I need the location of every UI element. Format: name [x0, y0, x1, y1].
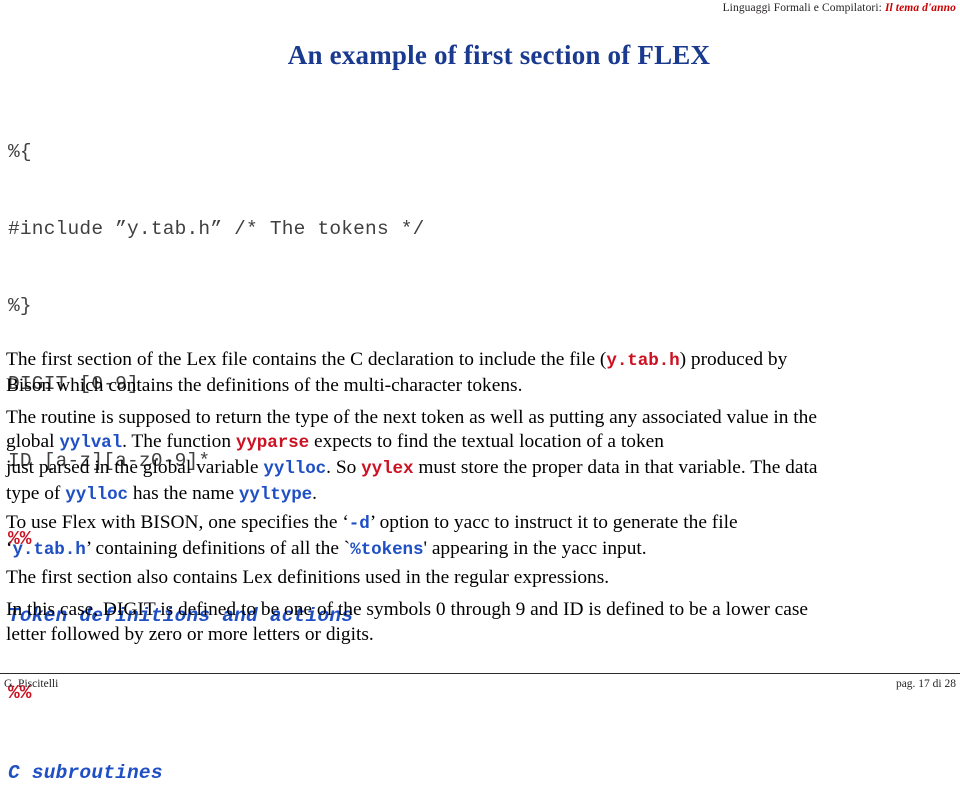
text-run: expects to find the textual location of …	[309, 431, 664, 453]
slide-footer: G. Piscitelli pag. 17 di 28	[0, 678, 960, 698]
page-title: An example of first section of FLEX	[287, 40, 711, 70]
text-run: ’ containing definitions of all the `	[85, 538, 351, 560]
text-run: . So	[326, 457, 362, 479]
footer-divider	[0, 673, 960, 674]
inline-code-d-option: -d	[348, 514, 370, 535]
code-line: %}	[8, 295, 32, 318]
text-run: has the name	[127, 482, 239, 504]
text-run: . The function	[122, 431, 236, 453]
text-run: .	[312, 482, 317, 504]
text-run: must store the proper data in that varia…	[413, 457, 818, 479]
footer-author: G. Piscitelli	[4, 678, 59, 690]
inline-code-ytabh: y.tab.h	[12, 540, 86, 561]
inline-code-tokens: %tokens	[350, 540, 424, 561]
header-course-label: Linguaggi Formali e Compilatori:	[722, 2, 885, 14]
inline-code-ytabh: y.tab.h	[606, 351, 680, 371]
code-line: %{	[8, 140, 32, 163]
slide-header: Linguaggi Formali e Compilatori: Il tema…	[723, 2, 956, 14]
text-run: ' appearing in the yacc input.	[423, 538, 647, 560]
text-run: The first section of the Lex file contai…	[6, 349, 607, 370]
paragraph-routine: The routine is supposed to return the ty…	[6, 406, 956, 508]
inline-code-yyltype: yyltype	[238, 484, 313, 505]
text-run: letter followed by zero or more letters …	[6, 623, 374, 645]
footer-page-number: pag. 17 di 28	[895, 678, 956, 690]
text-run: To use Flex with BISON, one specifies th…	[6, 512, 349, 534]
text-run: just parsed in the global variable	[6, 457, 264, 479]
text-run: type of	[6, 482, 66, 504]
text-run: Bison which contains the definitions of …	[6, 374, 523, 396]
code-line: #include ”y.tab.h” /* The tokens */	[8, 217, 425, 240]
slide-body: The first section of the Lex file contai…	[6, 348, 956, 648]
inline-code-yylloc: yylloc	[263, 459, 327, 480]
paragraph-flex-bison: To use Flex with BISON, one specifies th…	[6, 511, 956, 563]
paragraph-digit-id: In this case, DIGIT is defined to be one…	[6, 598, 956, 648]
paragraph-first-section: The first section of the Lex file contai…	[6, 348, 956, 399]
text-run: ) produced by	[679, 349, 788, 370]
paragraph-lex-definitions: The first section also contains Lex defi…	[6, 567, 610, 589]
text-run: ’ option to yacc to instruct it to gener…	[369, 512, 738, 534]
inline-code-yyparse: yyparse	[235, 433, 310, 454]
inline-code-yylval: yylval	[59, 433, 123, 454]
text-run: The routine is supposed to return the ty…	[6, 406, 817, 428]
inline-code-yylex: yylex	[361, 459, 414, 480]
header-accent-label: Il tema d'anno	[884, 2, 956, 14]
text-run: global	[6, 431, 60, 453]
inline-code-yylloc: yylloc	[65, 484, 128, 505]
text-run: In this case, DIGIT is defined to be one…	[6, 599, 808, 621]
code-section-subroutines: C subroutines	[8, 761, 163, 784]
